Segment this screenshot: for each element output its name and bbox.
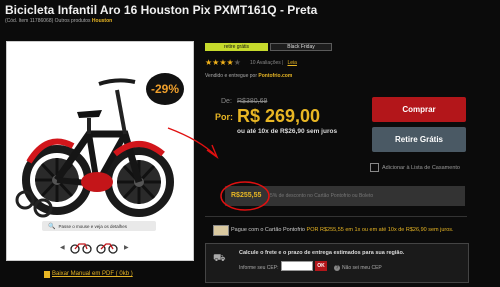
credit-card-icon: [213, 225, 229, 236]
truck-icon: ⛟: [213, 253, 226, 264]
read-reviews-link[interactable]: Leia: [287, 60, 296, 66]
product-code: (Cód. Item 11786068) Outros produtos Hou…: [5, 18, 112, 24]
store-link[interactable]: Pontofrio.com: [258, 73, 292, 79]
gift-icon: [370, 163, 379, 172]
pdf-icon: [44, 271, 50, 278]
rating-stars[interactable]: ★★★★★: [205, 58, 241, 67]
old-price-label: De:: [221, 98, 232, 105]
tag-black-friday: Black Friday: [270, 43, 332, 51]
discount-badge: -29%: [146, 73, 184, 105]
cep-label: Informe seu CEP:: [239, 265, 279, 271]
card-offer-highlight: POR R$255,55 em 1x ou em até 10x de R$26…: [306, 227, 454, 233]
wedding-list-text: Adicionar à Lista de Casamento: [382, 164, 460, 171]
card-offer: Pague com o Cartão Pontofrio POR R$255,5…: [231, 227, 454, 233]
stars-empty: ★: [233, 58, 241, 67]
pickup-button[interactable]: Retire Grátis: [372, 127, 466, 152]
discount-description: 5% de desconto no Cartão Pontofrio ou Bo…: [270, 193, 374, 199]
seller-info: Vendido e entregue por Pontofrio.com: [205, 73, 292, 79]
help-icon: ?: [334, 265, 340, 271]
old-price: R$380,69: [237, 98, 268, 105]
product-code-text: (Cód. Item 11786068) Outros produtos: [5, 18, 91, 24]
annotation-arrowhead: [206, 144, 219, 159]
discount-price: R$255,55: [231, 192, 262, 199]
thumbnail-2[interactable]: [96, 240, 118, 254]
tag-retire-gratis: retire grátis: [205, 43, 268, 51]
cep-ok-button[interactable]: OK: [315, 261, 327, 271]
magnifier-icon: 🔍: [48, 223, 56, 230]
shipping-box: [205, 243, 469, 283]
buy-button[interactable]: Comprar: [372, 97, 466, 122]
product-title: Bicicleta Infantil Aro 16 Houston Pix PX…: [5, 3, 318, 17]
seller-text: Vendido e entregue por: [205, 73, 257, 79]
card-offer-prefix: Pague com o Cartão Pontofrio: [231, 227, 305, 233]
new-price-label: Por:: [215, 112, 233, 122]
cep-input[interactable]: [281, 261, 313, 271]
thumbnail-next-icon[interactable]: ▶: [124, 244, 129, 251]
manual-link[interactable]: Baixar Manual em PDF ( 0kb ): [52, 271, 133, 277]
installments-text: ou até 10x de R$26,90 sem juros: [237, 128, 338, 135]
thumbnail-1[interactable]: [70, 240, 92, 254]
new-price: R$ 269,00: [237, 106, 321, 126]
thumbnail-prev-icon[interactable]: ◀: [60, 244, 65, 251]
no-cep-link[interactable]: ? Não sei meu CEP: [334, 265, 382, 271]
zoom-hint-text: Passe o mouse e veja os detalhes: [58, 223, 128, 229]
stars-filled: ★★★★: [205, 58, 234, 67]
no-cep-text: Não sei meu CEP: [342, 265, 382, 271]
brand-link[interactable]: Houston: [92, 18, 112, 24]
reviews-count: 10 Avaliações | Leia: [250, 60, 297, 66]
shipping-title: Calcule o frete e o prazo de entrega est…: [239, 250, 405, 256]
reviews-text: 10 Avaliações |: [250, 60, 284, 66]
zoom-hint: 🔍 Passe o mouse e veja os detalhes: [42, 221, 156, 231]
divider: [205, 216, 467, 217]
wedding-list-link[interactable]: Adicionar à Lista de Casamento: [370, 163, 460, 172]
